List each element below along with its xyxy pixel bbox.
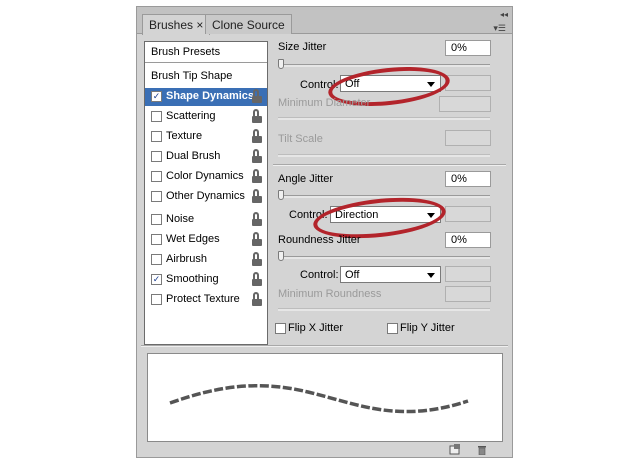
- lock-icon[interactable]: [252, 292, 262, 306]
- tilt-scale-label: Tilt Scale: [278, 133, 323, 145]
- tilt-scale-slider: [278, 154, 490, 157]
- tab-brushes-label: Brushes ×: [149, 18, 204, 32]
- control3-select[interactable]: Off: [340, 266, 441, 283]
- option-label: Scattering: [166, 110, 216, 122]
- panel-menu-icon[interactable]: ▾☰: [493, 23, 506, 34]
- option-label: Protect Texture: [166, 293, 240, 305]
- control3-label: Control:: [300, 269, 339, 281]
- option-item[interactable]: ✓ Shape Dynamics: [145, 88, 267, 106]
- new-brush-icon[interactable]: [449, 444, 461, 455]
- option-checkbox[interactable]: [151, 214, 162, 225]
- brush-options-list: Brush Presets Brush Tip Shape ✓ Shape Dyn…: [144, 41, 268, 345]
- lock-icon[interactable]: [252, 212, 262, 226]
- brush-presets-label: Brush Presets: [151, 46, 221, 58]
- flip-x-label: Flip X Jitter: [288, 322, 344, 334]
- option-item[interactable]: ✓ Smoothing: [145, 271, 267, 289]
- brushes-panel: Brushes × Clone Source ◂◂ ▾☰ Brush Prese…: [136, 6, 513, 458]
- brush-tip-shape-label: Brush Tip Shape: [151, 70, 233, 82]
- flip-y-label: Flip Y Jitter: [400, 322, 455, 334]
- lock-icon[interactable]: [252, 252, 262, 266]
- option-checkbox[interactable]: [151, 171, 162, 182]
- flip-x-checkbox[interactable]: [275, 323, 286, 334]
- option-checkbox[interactable]: [151, 111, 162, 122]
- option-checkbox[interactable]: [151, 234, 162, 245]
- angle-jitter-input[interactable]: 0%: [445, 171, 491, 187]
- divider: [273, 164, 506, 166]
- angle-jitter-slider-thumb[interactable]: [278, 190, 284, 200]
- size-jitter-slider[interactable]: [278, 64, 490, 67]
- option-checkbox[interactable]: [151, 254, 162, 265]
- minimum-roundness-input: [445, 286, 491, 302]
- size-jitter-slider-thumb[interactable]: [278, 59, 284, 69]
- minimum-roundness-label: Minimum Roundness: [278, 288, 382, 300]
- option-label: Color Dynamics: [166, 170, 244, 182]
- lock-icon[interactable]: [252, 169, 262, 183]
- option-checkbox[interactable]: [151, 294, 162, 305]
- option-label: Other Dynamics: [166, 190, 245, 202]
- minimum-diameter-input: [439, 96, 491, 112]
- option-item[interactable]: Wet Edges: [145, 231, 267, 249]
- angle-jitter-label: Angle Jitter: [278, 173, 334, 185]
- collapse-icon[interactable]: ◂◂: [500, 10, 508, 19]
- brush-stroke-preview: [169, 383, 469, 414]
- option-item[interactable]: Texture: [145, 128, 267, 146]
- control1-extra-field: [445, 75, 491, 91]
- control3-value: Off: [345, 269, 360, 281]
- roundness-jitter-label: Roundness Jitter: [278, 234, 361, 246]
- option-item[interactable]: Protect Texture: [145, 291, 267, 309]
- flip-y-checkbox[interactable]: [387, 323, 398, 334]
- preview-divider: [141, 345, 508, 347]
- roundness-jitter-input[interactable]: 0%: [445, 232, 491, 248]
- tab-bar: Brushes × Clone Source ◂◂ ▾☰: [137, 7, 512, 35]
- option-item[interactable]: Airbrush: [145, 251, 267, 269]
- option-item[interactable]: Scattering: [145, 108, 267, 126]
- tab-clone-source[interactable]: Clone Source: [205, 14, 292, 34]
- control3-extra-field: [445, 266, 491, 282]
- tilt-scale-input: [445, 130, 491, 146]
- option-checkbox[interactable]: [151, 131, 162, 142]
- option-checkbox[interactable]: ✓: [151, 274, 162, 285]
- option-item[interactable]: Other Dynamics: [145, 188, 267, 206]
- option-label: Airbrush: [166, 253, 207, 265]
- roundness-jitter-slider[interactable]: [278, 256, 490, 259]
- control2-extra-field: [445, 206, 491, 222]
- tab-brushes[interactable]: Brushes ×: [142, 14, 211, 35]
- minimum-diameter-slider: [278, 117, 490, 120]
- roundness-jitter-slider-thumb[interactable]: [278, 251, 284, 261]
- option-label: Shape Dynamics: [166, 90, 255, 102]
- option-item[interactable]: Noise: [145, 211, 267, 229]
- brush-tip-shape-item[interactable]: Brush Tip Shape: [151, 70, 232, 82]
- size-jitter-label: Size Jitter: [278, 41, 327, 53]
- option-item[interactable]: Color Dynamics: [145, 168, 267, 186]
- chevron-down-icon: [427, 273, 435, 278]
- option-label: Smoothing: [166, 273, 219, 285]
- tab-clone-source-label: Clone Source: [212, 18, 285, 32]
- option-item[interactable]: Dual Brush: [145, 148, 267, 166]
- trash-icon[interactable]: [476, 444, 488, 455]
- minimum-diameter-label: Minimum Diameter: [278, 97, 371, 109]
- option-label: Texture: [166, 130, 203, 142]
- lock-icon[interactable]: [252, 109, 262, 123]
- option-label: Noise: [166, 213, 195, 225]
- option-label: Wet Edges: [166, 233, 220, 245]
- lock-icon[interactable]: [252, 232, 262, 246]
- option-label: Dual Brush: [166, 150, 221, 162]
- stroke-preview: [147, 353, 503, 442]
- size-jitter-input[interactable]: 0%: [445, 40, 491, 56]
- option-checkbox[interactable]: ✓: [151, 91, 162, 102]
- option-checkbox[interactable]: [151, 151, 162, 162]
- lock-icon[interactable]: [252, 129, 262, 143]
- minimum-roundness-slider: [278, 308, 490, 311]
- brush-presets-item[interactable]: Brush Presets: [145, 42, 267, 63]
- lock-icon[interactable]: [252, 272, 262, 286]
- lock-icon[interactable]: [252, 189, 262, 203]
- lock-icon[interactable]: [252, 149, 262, 163]
- lock-icon[interactable]: [252, 89, 262, 103]
- option-checkbox[interactable]: [151, 191, 162, 202]
